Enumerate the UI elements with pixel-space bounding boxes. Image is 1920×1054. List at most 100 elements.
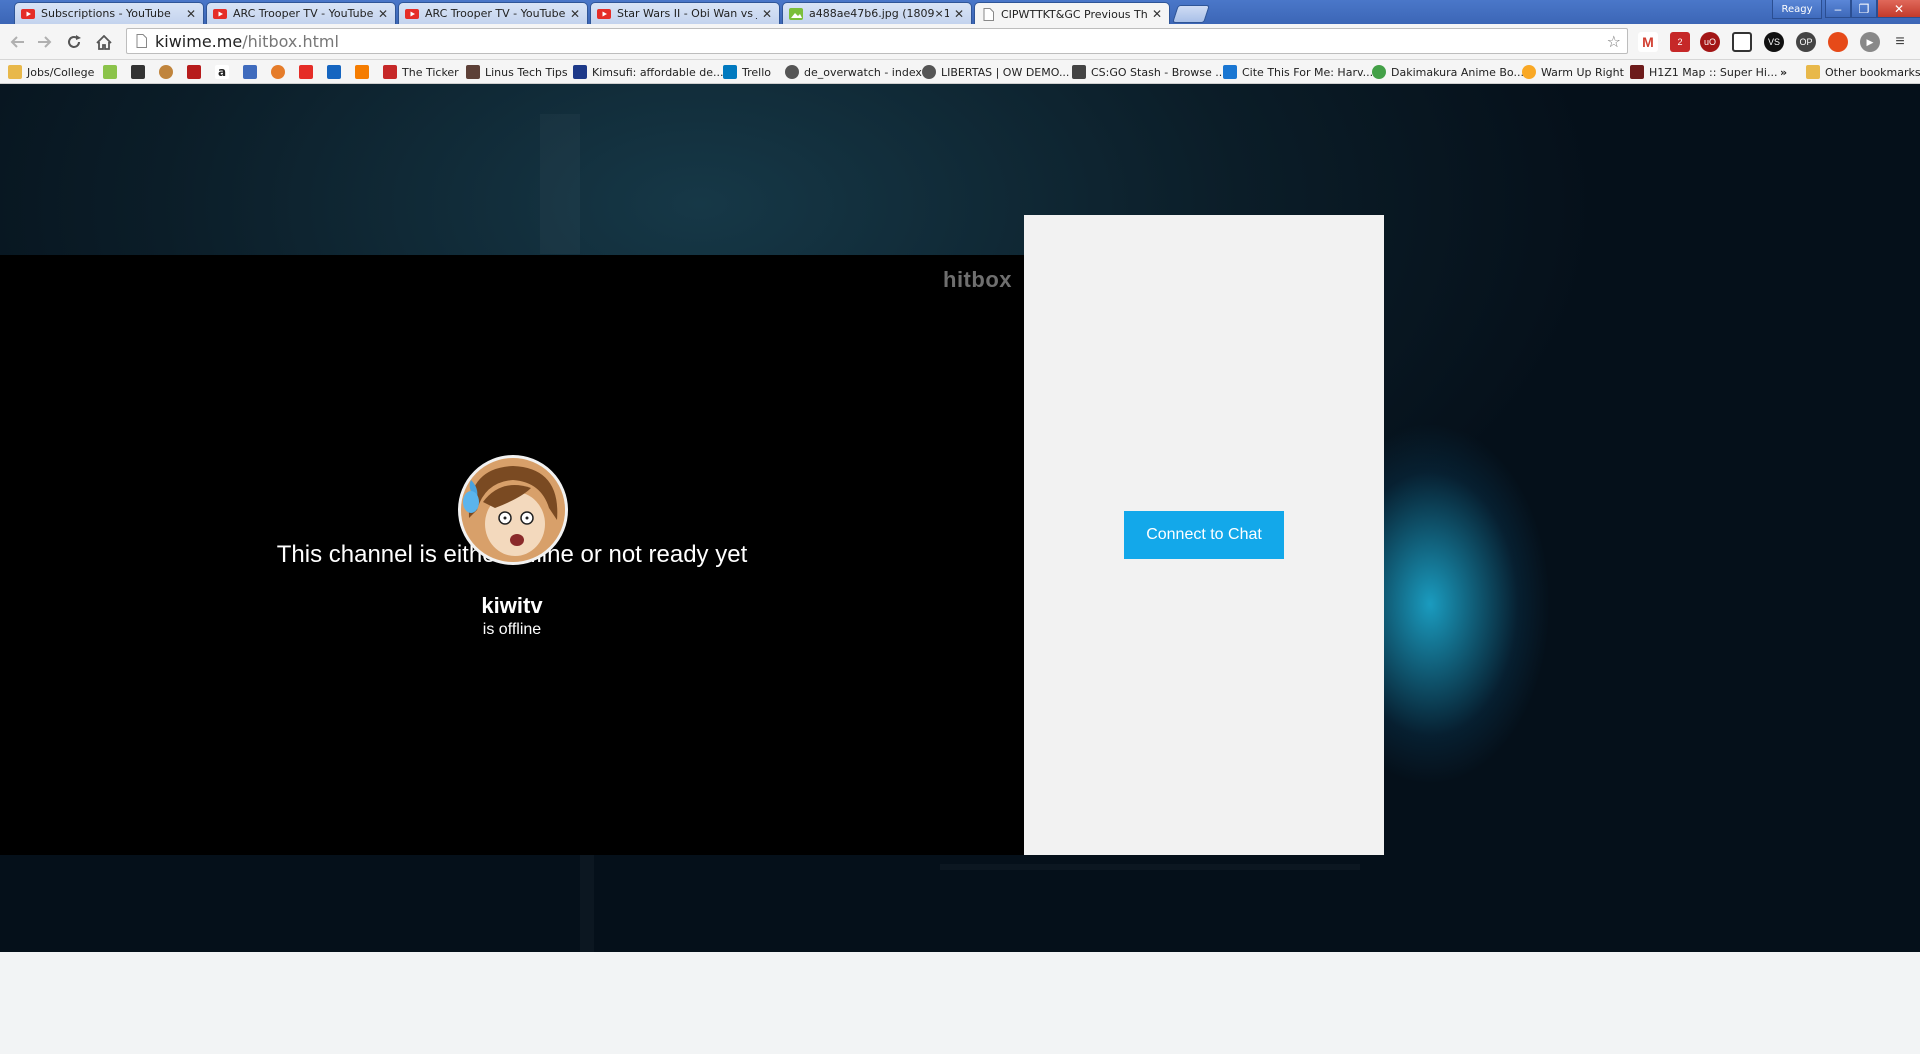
home-icon[interactable]	[93, 31, 115, 53]
other-bookmarks-folder[interactable]: Other bookmarks	[1806, 64, 1920, 80]
forward-arrow-icon[interactable]	[34, 31, 56, 53]
bookmark-warm-up-right[interactable]: Warm Up Right	[1522, 64, 1624, 80]
bookmark-favicon	[187, 65, 201, 79]
bookmark-item[interactable]	[131, 64, 150, 80]
tab-arc-trooper-1[interactable]: ARC Trooper TV - YouTube ✕	[206, 2, 396, 24]
youtube-bookmark[interactable]	[299, 64, 318, 80]
tab-close-icon[interactable]: ✕	[569, 7, 581, 21]
bookmark-item[interactable]	[243, 64, 262, 80]
bookmarks-overflow-chevron-icon[interactable]: »	[1780, 64, 1787, 80]
hitbox-logo: hitbox	[943, 267, 1012, 292]
bookmark-cite-this-for-me[interactable]: Cite This For Me: Harv...	[1223, 64, 1373, 80]
bookmarks-bar: Jobs/College a The Ticker Linus Tech Tip…	[0, 60, 1920, 84]
bookmark-item[interactable]	[327, 64, 346, 80]
url-text[interactable]: kiwime.me/hitbox.html	[155, 32, 339, 51]
trello-icon	[723, 65, 737, 79]
reload-icon[interactable]	[63, 31, 85, 53]
bookmark-favicon	[103, 65, 117, 79]
background-scene: hitbox This channel is either offline or…	[0, 84, 1920, 952]
bookmark-h1z1-map[interactable]: H1Z1 Map :: Super Hi...	[1630, 64, 1777, 80]
bookmark-favicon	[383, 65, 397, 79]
bookmark-favicon	[131, 65, 145, 79]
bookmark-de-overwatch[interactable]: de_overwatch - index	[785, 64, 922, 80]
page-icon	[133, 34, 149, 48]
bookmark-kimsufi[interactable]: Kimsufi: affordable de...	[573, 64, 723, 80]
url-host: kiwime.me	[155, 31, 243, 51]
bookmark-libertas[interactable]: LIBERTAS | OW DEMO...	[922, 64, 1069, 80]
bookmark-favicon	[271, 65, 285, 79]
tab-arc-trooper-2[interactable]: ARC Trooper TV - YouTube ✕	[398, 2, 588, 24]
channel-avatar	[458, 455, 568, 565]
menu-icon[interactable]: ≡	[1890, 32, 1910, 52]
tab-title: a488ae47b6.jpg (1809×1064	[809, 7, 949, 20]
bookmark-dakimakura[interactable]: Dakimakura Anime Bo...	[1372, 64, 1524, 80]
tab-close-icon[interactable]: ✕	[185, 7, 197, 21]
ublock-icon[interactable]: uO	[1700, 32, 1720, 52]
tab-title: ARC Trooper TV - YouTube	[425, 7, 565, 20]
channel-name: kiwitv	[481, 593, 543, 618]
amazon-icon: a	[215, 65, 229, 79]
bookmark-favicon	[922, 65, 936, 79]
youtube-icon	[299, 65, 313, 79]
chat-panel: Connect to Chat	[1024, 215, 1384, 855]
tab-title: Star Wars II - Obi Wan vs Jan	[617, 7, 757, 20]
window-close-icon[interactable]: ✕	[1877, 0, 1920, 18]
channel-status: is offline	[482, 621, 542, 638]
folder-icon	[1806, 65, 1820, 79]
steam-extension-icon[interactable]: OP	[1796, 32, 1816, 52]
tab-close-icon[interactable]: ✕	[761, 7, 773, 21]
minimize-icon[interactable]: –	[1825, 0, 1851, 18]
amazon-bookmark[interactable]: a	[215, 64, 234, 80]
tab-star-wars[interactable]: Star Wars II - Obi Wan vs Jan ✕	[590, 2, 780, 24]
tab-image[interactable]: a488ae47b6.jpg (1809×1064 ✕	[782, 2, 972, 24]
screen-capture-icon[interactable]	[1732, 32, 1752, 52]
bookmark-star-icon[interactable]: ☆	[1607, 32, 1621, 52]
new-tab-button[interactable]	[1172, 5, 1210, 23]
youtube-icon	[21, 7, 35, 21]
bookmark-favicon	[1372, 65, 1386, 79]
gmail-icon[interactable]: M	[1638, 32, 1658, 52]
tab-close-icon[interactable]: ✕	[1151, 7, 1163, 21]
tab-close-icon[interactable]: ✕	[377, 7, 389, 21]
vs-extension-icon[interactable]: VS	[1764, 32, 1784, 52]
stream-player[interactable]: hitbox This channel is either offline or…	[0, 255, 1024, 855]
browser-toolbar: kiwime.me/hitbox.html ☆ M 2 uO VS OP ▶ ≡	[0, 24, 1920, 60]
play-extension-icon[interactable]: ▶	[1860, 32, 1880, 52]
maximize-icon[interactable]: ❐	[1851, 0, 1877, 18]
bookmark-csgo-stash[interactable]: CS:GO Stash - Browse ...	[1072, 64, 1226, 80]
bookmark-the-ticker[interactable]: The Ticker	[383, 64, 459, 80]
bookmark-item[interactable]	[187, 64, 206, 80]
url-path: /hitbox.html	[242, 31, 339, 51]
tab-active-page[interactable]: CIPWTTKT&GC Previous Thr ✕	[974, 2, 1170, 25]
connect-to-chat-button[interactable]: Connect to Chat	[1124, 511, 1284, 559]
bookmark-linus-tech-tips[interactable]: Linus Tech Tips	[466, 64, 568, 80]
address-bar[interactable]: kiwime.me/hitbox.html ☆	[126, 28, 1628, 54]
back-arrow-icon[interactable]	[6, 31, 28, 53]
bookmark-favicon	[159, 65, 173, 79]
youtube-icon	[405, 7, 419, 21]
tab-strip: Subscriptions - YouTube ✕ ARC Trooper TV…	[0, 0, 1920, 25]
profile-user-badge[interactable]: Reagy	[1772, 0, 1822, 19]
bookmark-item[interactable]	[159, 64, 178, 80]
tab-close-icon[interactable]: ✕	[953, 7, 965, 21]
extension-red-icon[interactable]: 2	[1670, 32, 1690, 52]
bookmark-folder-jobs[interactable]: Jobs/College	[8, 64, 94, 80]
anime-avatar-icon	[461, 458, 565, 562]
bookmark-item[interactable]	[271, 64, 290, 80]
bookmark-favicon	[243, 65, 257, 79]
youtube-icon	[213, 7, 227, 21]
background-detail	[540, 114, 580, 254]
bookmark-favicon	[1522, 65, 1536, 79]
extension-orange-icon[interactable]	[1828, 32, 1848, 52]
tab-title: Subscriptions - YouTube	[41, 7, 171, 20]
bookmark-item[interactable]	[355, 64, 374, 80]
bookmark-trello[interactable]: Trello	[723, 64, 771, 80]
bookmark-favicon	[1072, 65, 1086, 79]
bookmark-item[interactable]	[103, 64, 122, 80]
tab-subscriptions-youtube[interactable]: Subscriptions - YouTube ✕	[14, 2, 204, 24]
tab-title: CIPWTTKT&GC Previous Thr	[1001, 7, 1147, 21]
bookmark-favicon	[573, 65, 587, 79]
tab-title: ARC Trooper TV - YouTube	[233, 7, 373, 20]
bookmark-favicon	[355, 65, 369, 79]
bookmark-favicon	[1223, 65, 1237, 79]
